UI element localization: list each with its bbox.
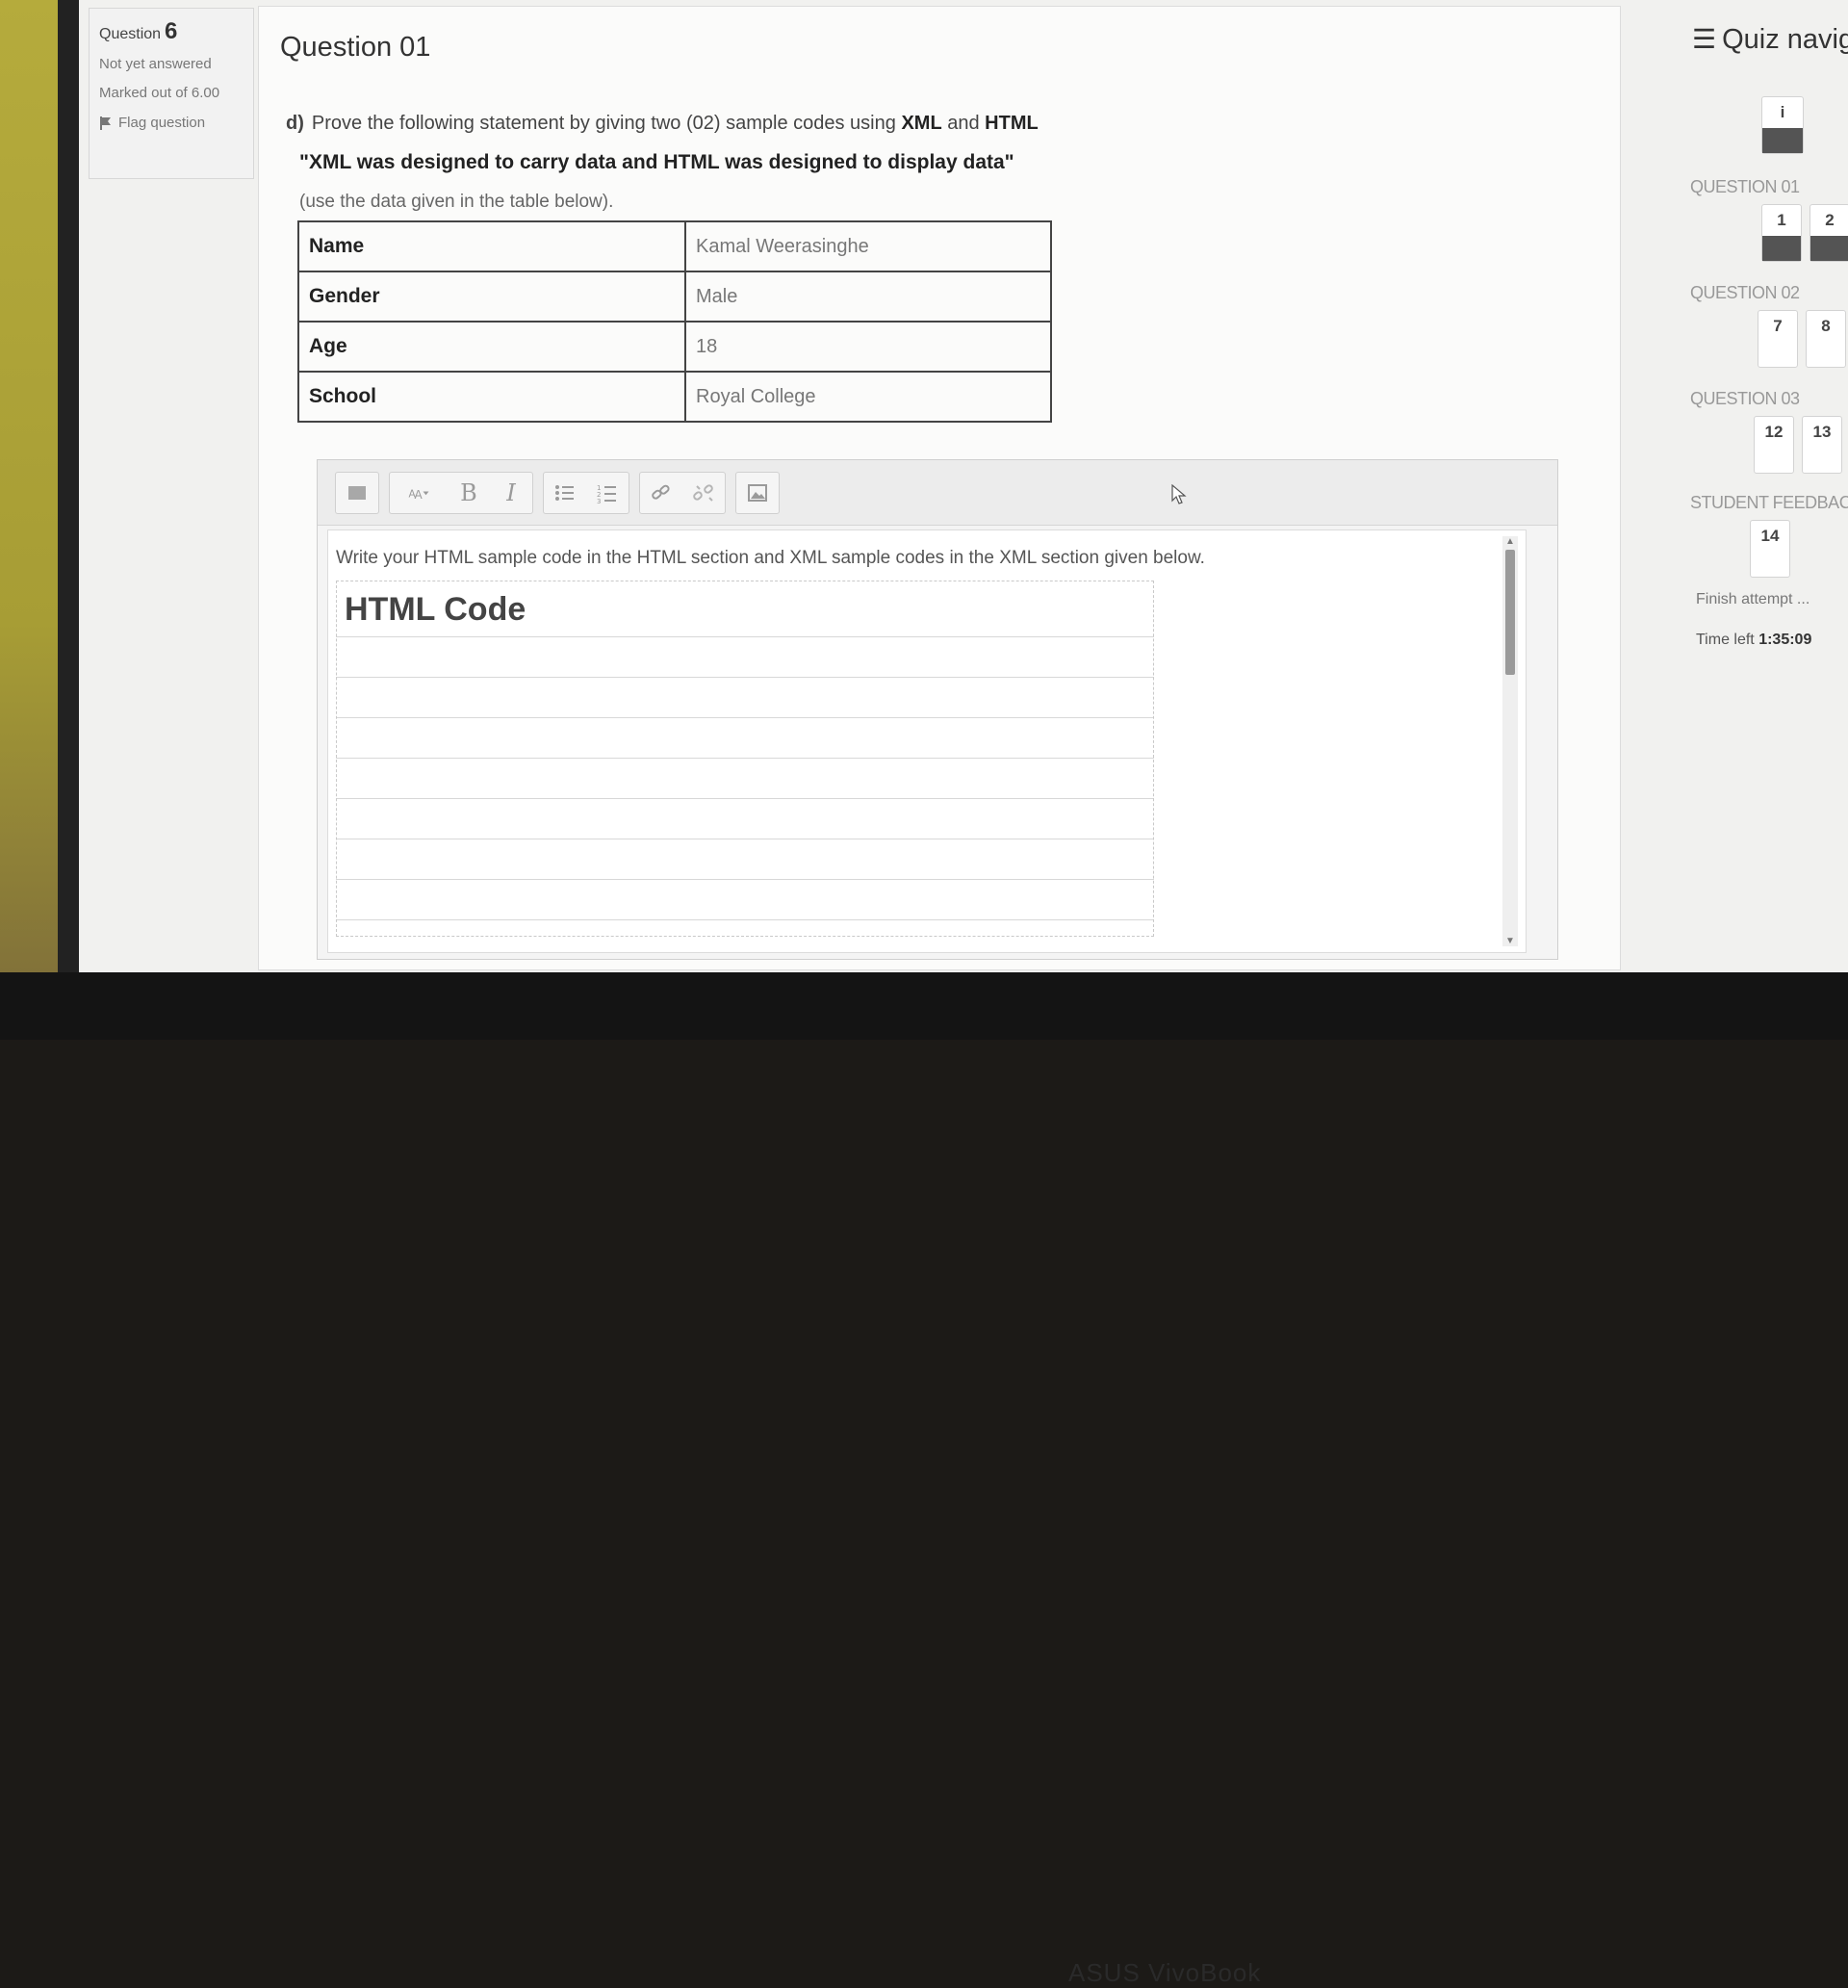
paragraph-styles-button[interactable]: AA: [390, 473, 448, 513]
section-label: QUESTION 01: [1690, 177, 1800, 196]
toolbar-group-media: [735, 471, 780, 514]
question-info-panel: Question 6 Not yet answered Marked out of…: [89, 8, 254, 179]
italic-button[interactable]: I: [490, 473, 532, 513]
toolbar-toggle-icon: [348, 485, 366, 500]
question-content: Question 01 d) Prove the following statem…: [258, 6, 1621, 970]
section-label: STUDENT FEEDBACK: [1690, 493, 1848, 512]
flag-question-label: Flag question: [118, 115, 206, 131]
flag-question-link[interactable]: Flag question: [99, 115, 244, 131]
editor-instruction: Write your HTML sample code in the HTML …: [336, 548, 1205, 568]
table-value: Kamal Weerasinghe: [684, 220, 1052, 272]
menu-icon: ☰: [1692, 24, 1717, 54]
table-key: Gender: [297, 271, 686, 323]
question-marks: Marked out of 6.00: [99, 85, 220, 101]
scrollbar-thumb[interactable]: [1505, 550, 1515, 675]
laptop-bottom-bezel: ASUS VivoBook: [0, 972, 1848, 1987]
table-note: (use the data given in the table below).: [299, 192, 614, 212]
bulleted-list-icon: [555, 484, 574, 501]
question-nav-button[interactable]: 1: [1761, 204, 1802, 262]
unlink-icon: [693, 483, 713, 502]
question-nav-button[interactable]: 13: [1802, 416, 1842, 474]
question-prompt: d) Prove the following statement by givin…: [286, 113, 1039, 135]
time-left: Time left 1:35:09: [1696, 632, 1812, 648]
section-label: QUESTION 02: [1690, 283, 1800, 302]
table-key: School: [297, 371, 686, 423]
font-style-icon: AA: [409, 488, 429, 502]
toolbar-group-links: [639, 471, 726, 514]
timer-value: 1:35:09: [1758, 632, 1812, 648]
quiz-navigation-title: ☰Quiz naviga: [1692, 24, 1848, 55]
table-row: Name Kamal Weerasinghe: [297, 220, 1052, 272]
quiz-navigation-panel: ☰Quiz naviga i QUESTION 01 1 2 3 QUESTIO…: [1681, 0, 1848, 972]
toolbar-group-toggle: [335, 471, 379, 514]
scroll-up-icon[interactable]: ▲: [1505, 536, 1515, 547]
numbered-list-button[interactable]: 123: [586, 473, 629, 513]
question-number: Question 6: [99, 18, 178, 44]
html-code-heading: HTML Code: [345, 591, 526, 628]
finish-attempt-link[interactable]: Finish attempt ...: [1696, 591, 1810, 608]
editor-scrollbar[interactable]: ▲ ▼: [1502, 536, 1518, 946]
question-title: Question 01: [280, 32, 431, 63]
table-value: 18: [684, 321, 1052, 373]
question-nav-button[interactable]: 14: [1750, 520, 1790, 578]
editor-toolbar: AA B I 123: [318, 460, 1557, 526]
toolbar-group-format: AA B I: [389, 471, 533, 514]
flag-icon: [100, 116, 111, 130]
svg-text:3: 3: [597, 498, 601, 504]
editor-text-area[interactable]: Write your HTML sample code in the HTML …: [327, 529, 1527, 953]
table-row: Gender Male: [297, 271, 1052, 323]
table-key: Name: [297, 220, 686, 272]
table-key: Age: [297, 321, 686, 373]
link-icon: [652, 484, 670, 500]
link-button[interactable]: [640, 473, 682, 513]
section-label: QUESTION 03: [1690, 389, 1800, 408]
statement-text: "XML was designed to carry data and HTML…: [299, 151, 1014, 173]
html-code-section[interactable]: HTML Code: [336, 581, 1154, 937]
question-nav-button[interactable]: 8: [1806, 310, 1846, 368]
background-wall: [0, 0, 58, 1040]
laptop-brand-logo: ASUS VivoBook: [1068, 1958, 1262, 1987]
prompt-html: HTML: [985, 113, 1039, 134]
image-icon: [748, 483, 767, 502]
table-value: Royal College: [684, 371, 1052, 423]
question-nav-button[interactable]: 2: [1810, 204, 1848, 262]
toolbar-toggle-button[interactable]: [336, 473, 378, 513]
bold-button[interactable]: B: [448, 473, 490, 513]
insert-image-button[interactable]: [736, 473, 779, 513]
scroll-down-icon[interactable]: ▼: [1505, 936, 1515, 946]
table-row: Age 18: [297, 321, 1052, 373]
unlink-button[interactable]: [682, 473, 725, 513]
part-label: d): [286, 113, 304, 134]
table-row: School Royal College: [297, 371, 1052, 423]
question-nav-button[interactable]: 12: [1754, 416, 1794, 474]
prompt-and: and: [947, 113, 980, 134]
prompt-xml: XML: [901, 113, 942, 134]
prompt-text: Prove the following statement by giving …: [311, 113, 896, 134]
question-status: Not yet answered: [99, 56, 212, 72]
mouse-cursor-icon: [1171, 484, 1187, 504]
question-nav-button[interactable]: 7: [1758, 310, 1798, 368]
table-value: Male: [684, 271, 1052, 323]
numbered-list-icon: 123: [597, 484, 616, 504]
toolbar-group-lists: 123: [543, 471, 629, 514]
quiz-screen: Question 6 Not yet answered Marked out of…: [79, 0, 1848, 972]
svg-text:A: A: [415, 488, 424, 502]
data-table: Name Kamal Weerasinghe Gender Male Age 1…: [297, 220, 1052, 423]
answer-editor: AA B I 123 Write your HTML sample code i…: [317, 459, 1558, 960]
bulleted-list-button[interactable]: [544, 473, 586, 513]
info-page-button[interactable]: i: [1761, 96, 1804, 154]
